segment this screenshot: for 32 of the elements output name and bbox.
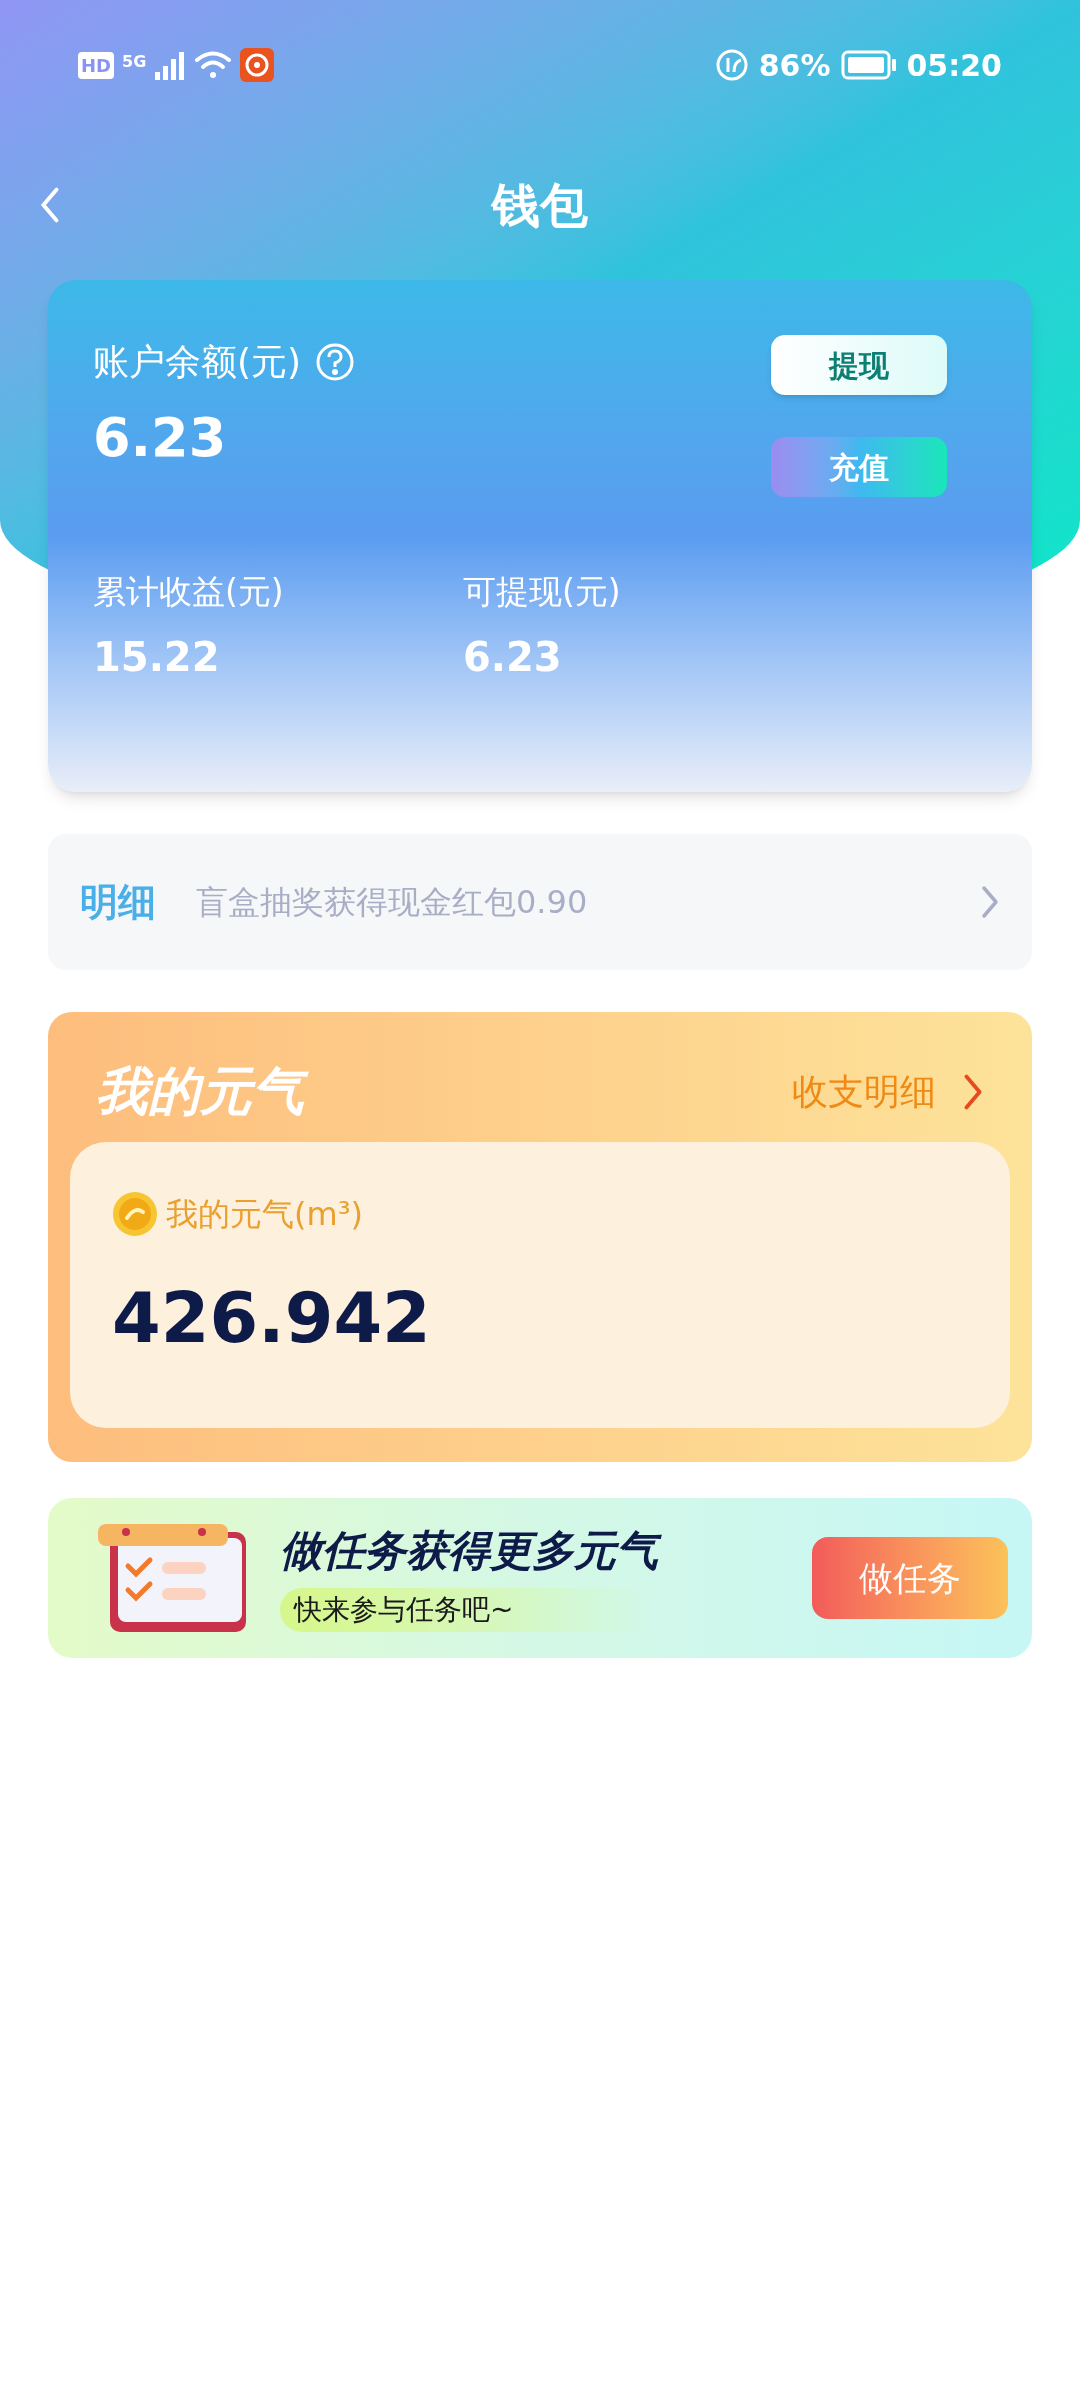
task-title: 做任务获得更多元气 xyxy=(280,1523,668,1579)
stat-value: 6.23 xyxy=(463,632,562,682)
network-type: 5G xyxy=(122,51,147,73)
energy-title: 我的元气 xyxy=(96,1058,314,1126)
back-chevron-icon xyxy=(39,185,61,225)
stat-label: 可提现(元) xyxy=(463,571,621,613)
detail-text: 盲盒抽奖获得现金红包0.90 xyxy=(196,882,589,923)
help-icon[interactable] xyxy=(315,342,356,382)
recharge-button[interactable]: 充值 xyxy=(771,437,947,497)
page-title: 钱包 xyxy=(492,176,588,235)
stat-label: 累计收益(元) xyxy=(93,571,284,613)
detail-tag: 明细 xyxy=(80,873,156,931)
chevron-right-icon xyxy=(962,1072,984,1112)
signal-icon xyxy=(154,50,187,80)
do-task-button[interactable]: 做任务 xyxy=(812,1537,1008,1619)
income-expense-link[interactable]: 收支明细 xyxy=(792,1065,936,1119)
app-notification-icon xyxy=(240,48,275,82)
leaf-badge-icon xyxy=(714,48,749,82)
withdraw-button[interactable]: 提现 xyxy=(771,335,947,395)
balance-amount: 6.23 xyxy=(93,405,228,471)
coin-icon xyxy=(112,1191,158,1237)
balance-label: 账户余额(元) xyxy=(93,340,302,384)
battery-icon xyxy=(840,50,897,80)
battery-percent: 86% xyxy=(758,46,831,85)
energy-label: 我的元气(m³) xyxy=(166,1194,363,1235)
detail-row[interactable]: 明细 盲盒抽奖获得现金红包0.90 xyxy=(48,834,1032,970)
stat-value: 15.22 xyxy=(93,632,220,682)
energy-value: 426.942 xyxy=(112,1276,432,1361)
chevron-right-icon xyxy=(980,884,1000,920)
wifi-icon xyxy=(194,50,233,80)
hd-indicator: HD xyxy=(78,51,114,79)
clock-time: 05:20 xyxy=(906,46,1002,85)
